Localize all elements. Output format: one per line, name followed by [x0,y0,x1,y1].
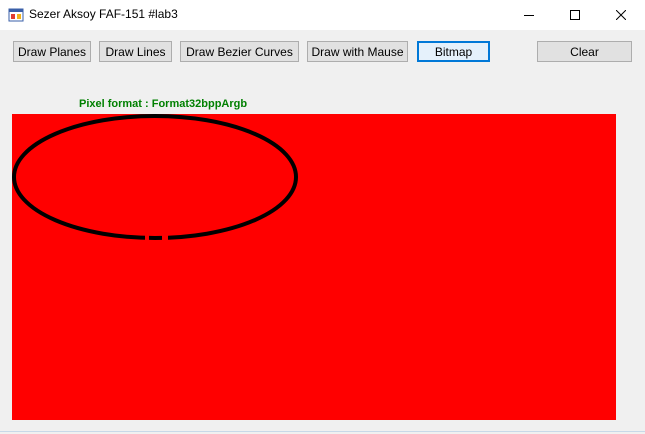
drawing-canvas[interactable] [12,114,616,420]
clear-button[interactable]: Clear [537,41,632,62]
app-window: Sezer Aksoy FAF-151 #lab3 Draw Planes Dr… [0,0,645,434]
window-bottom-border [0,431,645,432]
canvas-drawing [12,114,298,241]
window-title: Sezer Aksoy FAF-151 #lab3 [29,7,178,21]
title-bar[interactable]: Sezer Aksoy FAF-151 #lab3 [0,0,645,30]
draw-bezier-curves-button[interactable]: Draw Bezier Curves [180,41,299,62]
minimize-button[interactable] [506,0,552,30]
app-icon [8,8,24,22]
minimize-icon [524,15,534,16]
close-icon [616,10,626,20]
draw-planes-button[interactable]: Draw Planes [13,41,91,62]
maximize-icon [570,10,580,20]
draw-lines-button[interactable]: Draw Lines [99,41,172,62]
drawn-ellipse [12,114,298,240]
maximize-button[interactable] [552,0,598,30]
close-button[interactable] [598,0,644,30]
bitmap-button[interactable]: Bitmap [417,41,490,62]
draw-with-mouse-button[interactable]: Draw with Mause [307,41,408,62]
pixel-format-label: Pixel format : Format32bppArgb [79,98,248,110]
